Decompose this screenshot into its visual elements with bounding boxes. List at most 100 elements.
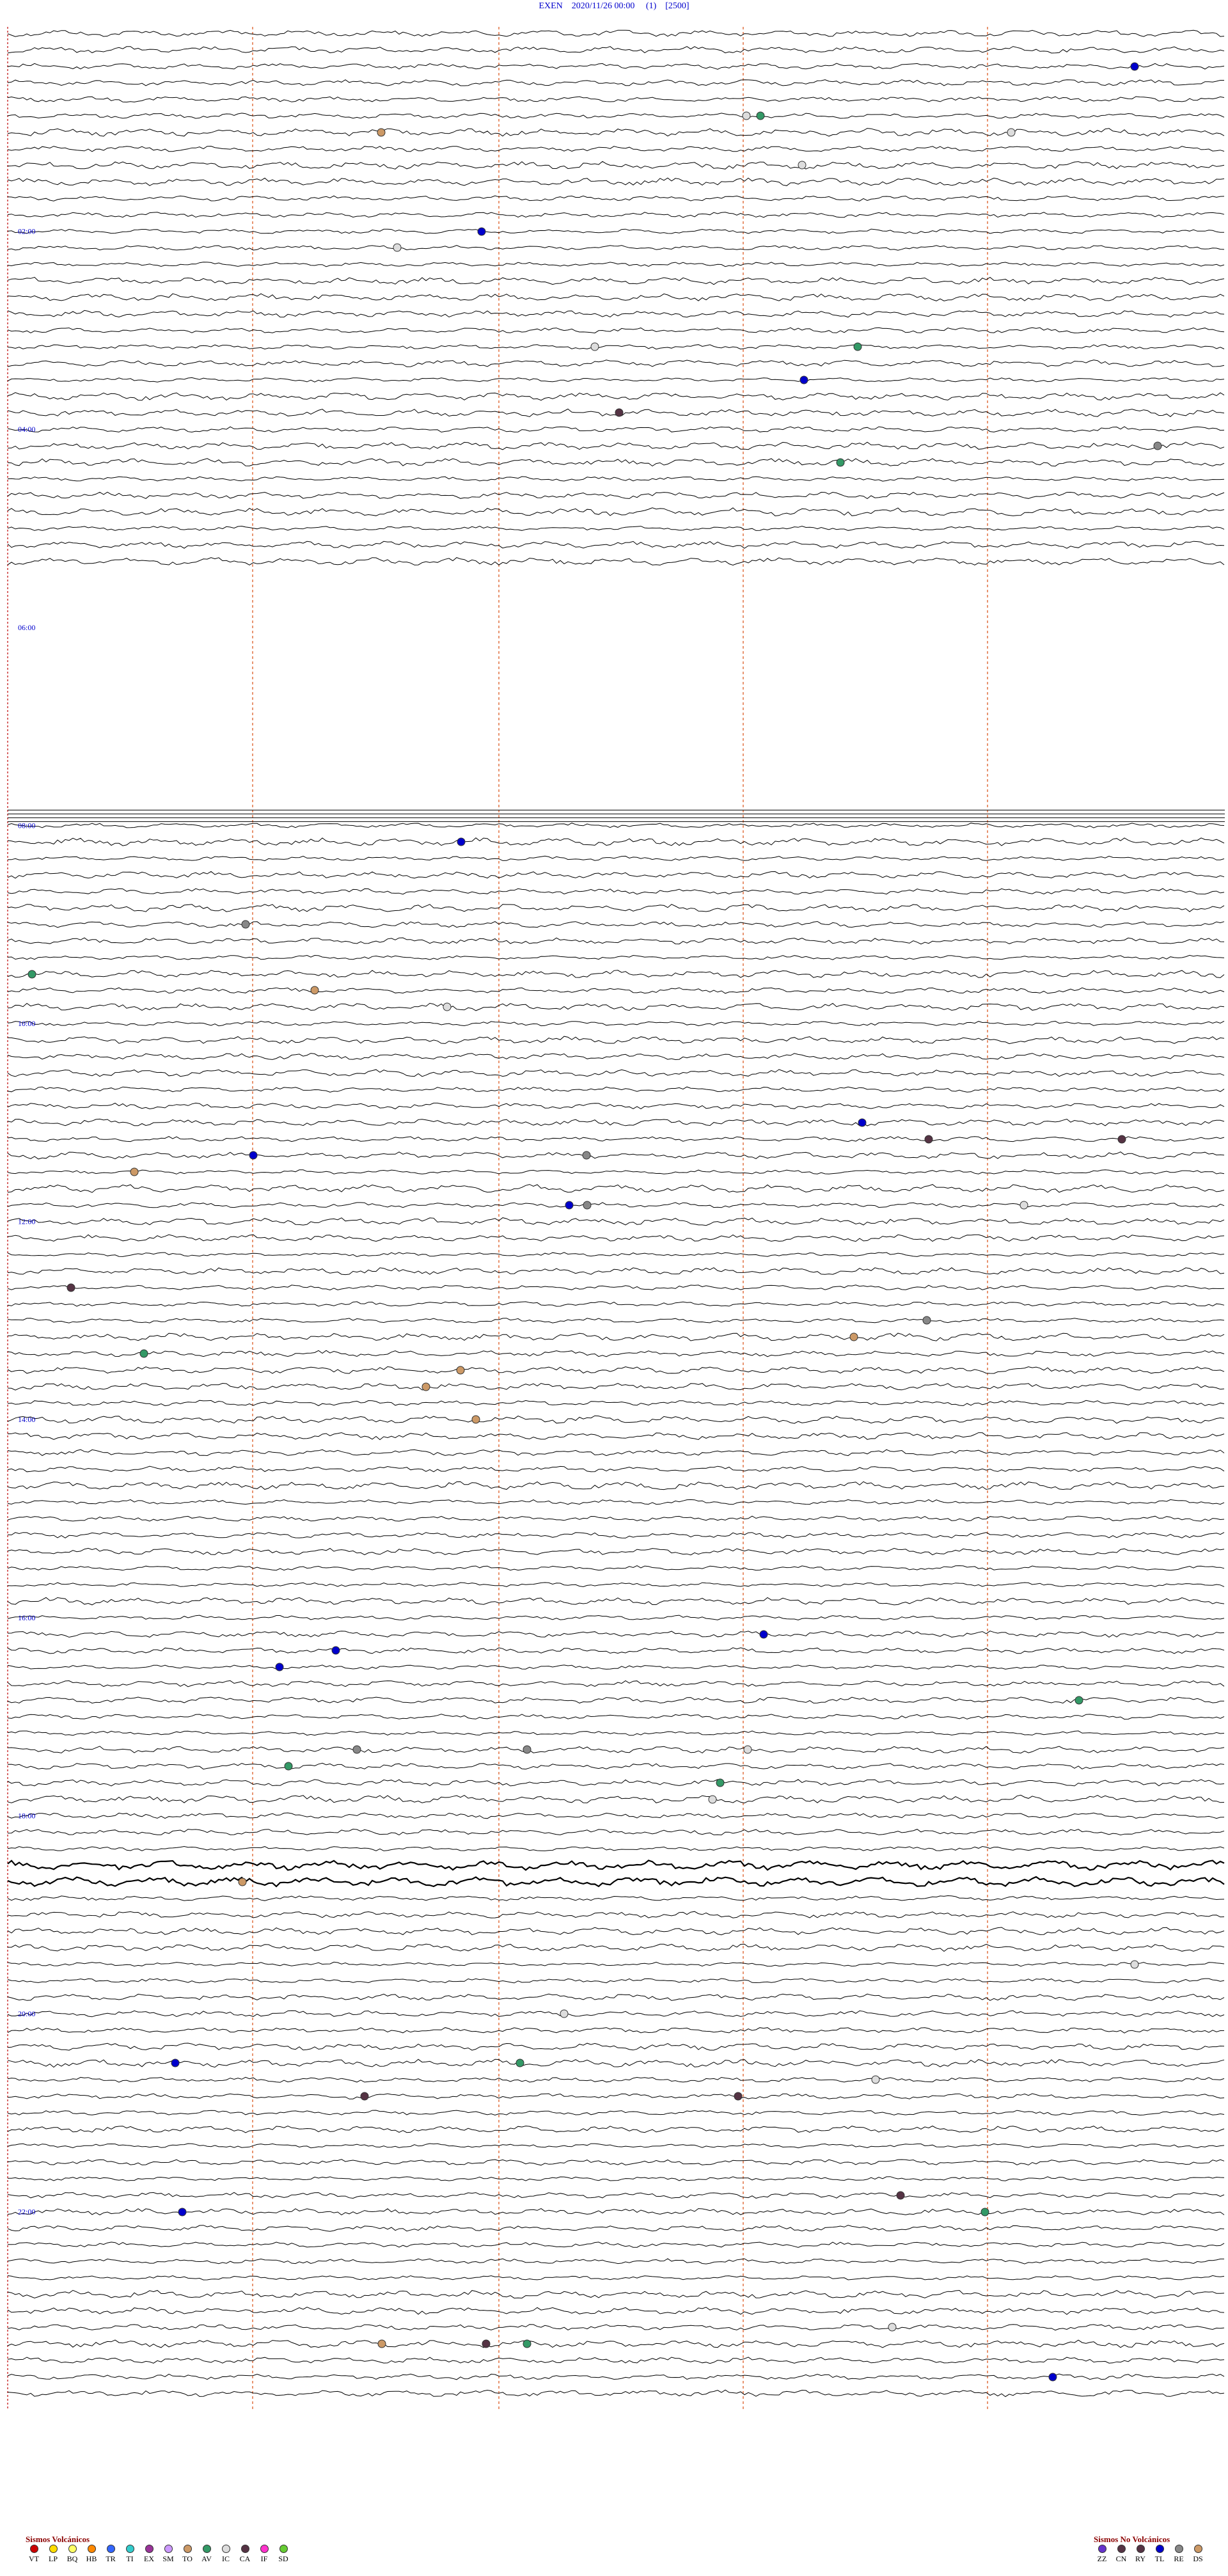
event-marker: [310, 986, 319, 995]
trace-row: [7, 871, 1225, 879]
trace-row: [7, 1481, 1225, 1490]
trace-row: [7, 1217, 1225, 1226]
trace-row: [7, 1136, 1225, 1142]
event-marker: [171, 2058, 180, 2067]
trace-row: [7, 1318, 1225, 1324]
trace-row: [7, 1086, 1225, 1093]
legend-code: DS: [1193, 2554, 1203, 2563]
event-marker: [1130, 1960, 1139, 1969]
legend-dot: [240, 2545, 249, 2553]
event-marker: [708, 1795, 717, 1804]
trace-row: [7, 1415, 1225, 1424]
trace-row: [7, 113, 1225, 119]
event-marker: [716, 1778, 725, 1787]
trace-row: [7, 491, 1225, 500]
trace-row: [7, 1169, 1225, 1174]
trace-row: [7, 1680, 1225, 1687]
legend-dot: [183, 2545, 192, 2553]
legend-dot: [221, 2545, 230, 2553]
event-marker: [352, 1745, 361, 1754]
trace-row: [7, 1794, 1225, 1804]
trace-row: [7, 1597, 1225, 1606]
event-marker: [482, 2339, 491, 2348]
trace-row: [7, 458, 1225, 467]
event-marker: [849, 1332, 858, 1341]
trace-row: [7, 2373, 1225, 2380]
trace-row: [7, 921, 1225, 928]
event-marker: [516, 2058, 524, 2067]
event-marker: [922, 1316, 931, 1325]
event-marker: [523, 2339, 531, 2348]
trace-row: [7, 2043, 1225, 2051]
legend-item: BQ: [64, 2545, 81, 2564]
trace-row: [7, 1647, 1225, 1654]
trace-row: [7, 1301, 1225, 1307]
legend-code: SD: [278, 2554, 288, 2563]
trace-row: [7, 1449, 1225, 1457]
hour-label: 16:00: [18, 1613, 35, 1622]
event-markers: [28, 62, 1162, 2382]
trace-row: [7, 1762, 1225, 1770]
trace-row: [7, 1582, 1225, 1588]
event-marker: [360, 2092, 369, 2101]
legend-item: AV: [198, 2545, 215, 2564]
trace-row: [7, 837, 1225, 846]
trace-row: [7, 970, 1225, 978]
event-marker: [1130, 62, 1139, 71]
event-marker: [28, 970, 36, 979]
trace-row: [7, 954, 1225, 960]
trace-row: [7, 1284, 1225, 1291]
trace-row: [7, 79, 1224, 86]
trace-row: [8, 2241, 1225, 2248]
trace-row: [7, 2289, 1225, 2299]
legend-dot: [164, 2545, 173, 2553]
trace-row: [7, 2110, 1225, 2116]
legend-dot: [29, 2545, 38, 2553]
event-marker: [1074, 1696, 1083, 1705]
trace-row: [7, 1876, 1225, 1888]
trace-row: [7, 1053, 1225, 1061]
trace-row: [7, 937, 1225, 945]
trace-row: [7, 1895, 1225, 1901]
trace-row: [7, 1812, 1225, 1819]
trace-row: [7, 177, 1225, 186]
event-marker: [1117, 1135, 1126, 1144]
event-marker: [331, 1646, 340, 1655]
legend-item: CN: [1113, 2545, 1130, 2564]
trace-row: [7, 823, 1225, 828]
trace-row: [7, 195, 1225, 201]
hour-label: 06:00: [18, 623, 35, 632]
trace-row: [7, 441, 1225, 450]
legend-item: EX: [141, 2545, 157, 2564]
trace-row: [7, 1350, 1225, 1357]
event-marker: [139, 1349, 148, 1358]
legend-item: IC: [217, 2545, 234, 2564]
hour-label: 18:00: [18, 1811, 35, 1820]
trace-row: [7, 1714, 1225, 1720]
legend-item: TO: [179, 2545, 196, 2564]
trace-row: [7, 1069, 1225, 1077]
legend-non-volcanic: Sismos No Volcánicos ZZ CN RY TL RE DS: [1094, 2534, 1206, 2564]
trace-row: [7, 2307, 1225, 2315]
trace-row: [7, 161, 1225, 170]
legend-code: TR: [106, 2554, 116, 2563]
trace-row: [7, 2143, 1225, 2149]
trace-row: [7, 2125, 1225, 2133]
trace-row: [7, 293, 1225, 302]
event-marker: [896, 2191, 905, 2200]
legend-code: TI: [126, 2554, 134, 2563]
trace-row: [7, 29, 1225, 37]
event-marker: [583, 1201, 592, 1210]
legend-dot: [1155, 2545, 1164, 2553]
trace-row: [7, 377, 1225, 383]
trace-row: [7, 1499, 1225, 1505]
trace-row: [7, 96, 1225, 103]
legend-item: IF: [256, 2545, 272, 2564]
trace-row: [7, 2357, 1225, 2364]
event-marker: [238, 1877, 247, 1886]
trace-row: [7, 63, 1225, 70]
event-marker: [871, 2075, 880, 2084]
trace-row: [7, 1779, 1225, 1787]
trace-row: [7, 1547, 1225, 1556]
trace-row: [7, 1828, 1225, 1836]
